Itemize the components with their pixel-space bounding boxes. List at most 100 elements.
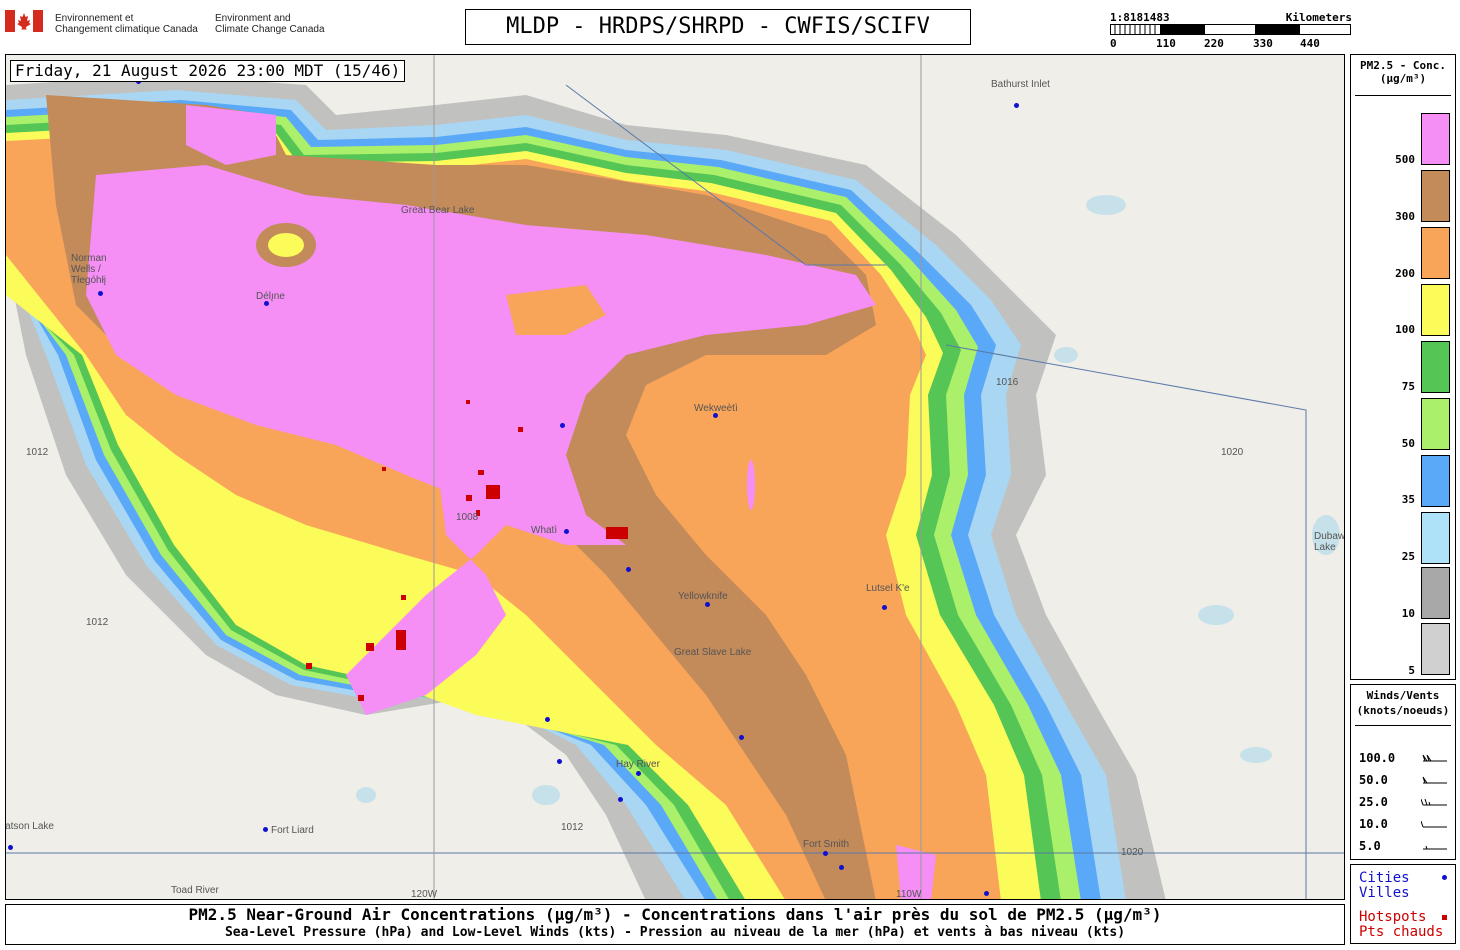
pm25-legend-unit: (μg/m³): [1379, 72, 1427, 85]
legend-label-75: 75: [1401, 380, 1415, 393]
legend-label-100: 100: [1395, 323, 1415, 336]
svg-text:120W: 120W: [411, 889, 438, 900]
legend-swatch-50: [1421, 398, 1450, 450]
caption-line1: PM2.5 Near-Ground Air Concentrations (μg…: [188, 905, 1162, 924]
city-marker: [705, 602, 710, 607]
svg-text:1016: 1016: [996, 377, 1019, 388]
pm25-legend: PM2.5 - Conc. (μg/m³) 500 300 200 100 75…: [1350, 54, 1456, 680]
legend-label-35: 35: [1401, 493, 1415, 506]
place-label-great-bear-lake: Great Bear Lake: [401, 205, 475, 216]
legend-label-50: 50: [1401, 437, 1415, 450]
cities-label-en: Cities: [1359, 870, 1410, 886]
cities-hotspots-legend: Cities Villes Hotspots Pts chauds: [1350, 864, 1456, 944]
city-marker: [823, 851, 828, 856]
wind-barb-icons: [1421, 754, 1447, 850]
scale-tick: 220: [1204, 37, 1224, 50]
svg-text:110W: 110W: [896, 889, 922, 900]
city-symbol-icon: [1442, 875, 1447, 880]
cities-label-fr: Villes: [1359, 885, 1410, 901]
place-label-toad-river: Toad River: [171, 885, 219, 896]
gov-name-fr: Environnement et Changement climatique C…: [55, 13, 198, 35]
hotspots-legend-label: Hotspots Pts chauds: [1359, 910, 1443, 940]
city-marker: [564, 529, 569, 534]
city-marker: [839, 865, 844, 870]
svg-text:1012: 1012: [561, 822, 584, 833]
place-label-norman-wells: Norman Wells / Tłegóhłį: [71, 253, 107, 286]
wind-speed-label: 25.0: [1359, 795, 1388, 809]
gov-fr-line2: Changement climatique Canada: [55, 24, 198, 35]
scale-bar: 1:8181483 Kilometers 0 110 220 330 440: [1110, 10, 1352, 50]
city-marker: [1014, 103, 1019, 108]
legend-divider: [1355, 725, 1451, 726]
canada-flag-icon: [5, 10, 43, 32]
plume-layers: 1008 1012 1012 1012 1020 1020 1016 120W …: [6, 55, 1344, 900]
wind-legend-title: Winds/Vents: [1366, 689, 1440, 702]
hotspot-symbol-icon: [1442, 915, 1447, 920]
plume-pocket-100: [268, 233, 304, 257]
plume-streak-500: [747, 460, 755, 510]
legend-swatch-25: [1421, 512, 1450, 564]
scale-bar-graphic: [1110, 24, 1351, 35]
scale-tick: 440: [1300, 37, 1320, 50]
place-label-lutsel-ke: Lutsel K'e: [866, 583, 910, 594]
place-label-fort-smith: Fort Smith: [803, 839, 850, 850]
svg-text:1020: 1020: [1221, 447, 1244, 458]
city-marker: [984, 891, 989, 896]
scale-tick: 110: [1156, 37, 1176, 50]
legend-swatch-300: [1421, 170, 1450, 222]
legend-label-10: 10: [1401, 607, 1415, 620]
wind-speed-label: 10.0: [1359, 817, 1388, 831]
legend-label-300: 300: [1395, 210, 1415, 223]
wind-speed-label: 5.0: [1359, 839, 1381, 853]
legend-swatch-5: [1421, 623, 1450, 675]
place-label-fort-liard: Fort Liard: [271, 825, 314, 836]
cities-legend-label: Cities Villes: [1359, 871, 1410, 901]
svg-text:1012: 1012: [26, 447, 49, 458]
scale-tick: 0: [1110, 37, 1117, 50]
city-marker: [713, 413, 718, 418]
scale-tick: 330: [1253, 37, 1273, 50]
svg-text:1008: 1008: [456, 512, 479, 523]
legend-swatch-10: [1421, 567, 1450, 619]
place-label-deline: Délı̨ne: [256, 291, 285, 302]
hotspots-label-en: Hotspots: [1359, 909, 1427, 925]
canada-flag-logo: [5, 10, 43, 36]
legend-swatch-75: [1421, 341, 1450, 393]
scale-ratio: 1:8181483: [1110, 11, 1170, 24]
caption-line2: Sea-Level Pressure (hPa) and Low-Level W…: [224, 925, 1126, 940]
city-marker: [263, 827, 268, 832]
pm25-map[interactable]: 1008 1012 1012 1012 1020 1020 1016 120W …: [5, 54, 1345, 900]
wind-legend: Winds/Vents (knots/noeuds) 100.0 50.0 25…: [1350, 684, 1456, 860]
svg-text:1020: 1020: [1121, 847, 1144, 858]
scale-unit: Kilometers: [1285, 11, 1352, 24]
map-caption: PM2.5 Near-Ground Air Concentrations (μg…: [5, 904, 1345, 945]
city-marker: [98, 291, 103, 296]
legend-swatch-35: [1421, 455, 1450, 507]
place-label-watson-lake: Watson Lake: [5, 821, 54, 832]
place-label-bathurst-inlet: Bathurst Inlet: [991, 79, 1050, 90]
city-marker: [626, 567, 631, 572]
place-label-dubawnt-lake: Dubawnt Lake: [1314, 531, 1345, 553]
wind-legend-unit: (knots/noeuds): [1356, 704, 1450, 717]
city-marker: [264, 301, 269, 306]
legend-label-25: 25: [1401, 550, 1415, 563]
gov-en-line2: Climate Change Canada: [215, 24, 325, 35]
city-marker: [8, 845, 13, 850]
legend-swatch-500: [1421, 113, 1450, 165]
legend-swatch-200: [1421, 227, 1450, 279]
wind-speed-label: 100.0: [1359, 751, 1396, 765]
place-label-yellowknife: Yellowknife: [678, 591, 728, 602]
legend-label-200: 200: [1395, 267, 1415, 280]
city-marker: [557, 759, 562, 764]
pm25-legend-title: PM2.5 - Conc.: [1359, 59, 1447, 72]
legend-divider: [1355, 95, 1451, 96]
city-marker: [545, 717, 550, 722]
place-label-great-slave-lake: Great Slave Lake: [674, 647, 752, 658]
gov-en-line1: Environment and: [215, 13, 291, 24]
map-title: MLDP - HRDPS/SHRPD - CWFIS/SCIFV: [465, 9, 971, 45]
city-marker: [560, 423, 565, 428]
gov-name-en: Environment and Climate Change Canada: [215, 13, 325, 35]
place-label-hay-river: Hay River: [616, 759, 660, 770]
svg-text:1012: 1012: [86, 617, 109, 628]
wind-speed-label: 50.0: [1359, 773, 1388, 787]
